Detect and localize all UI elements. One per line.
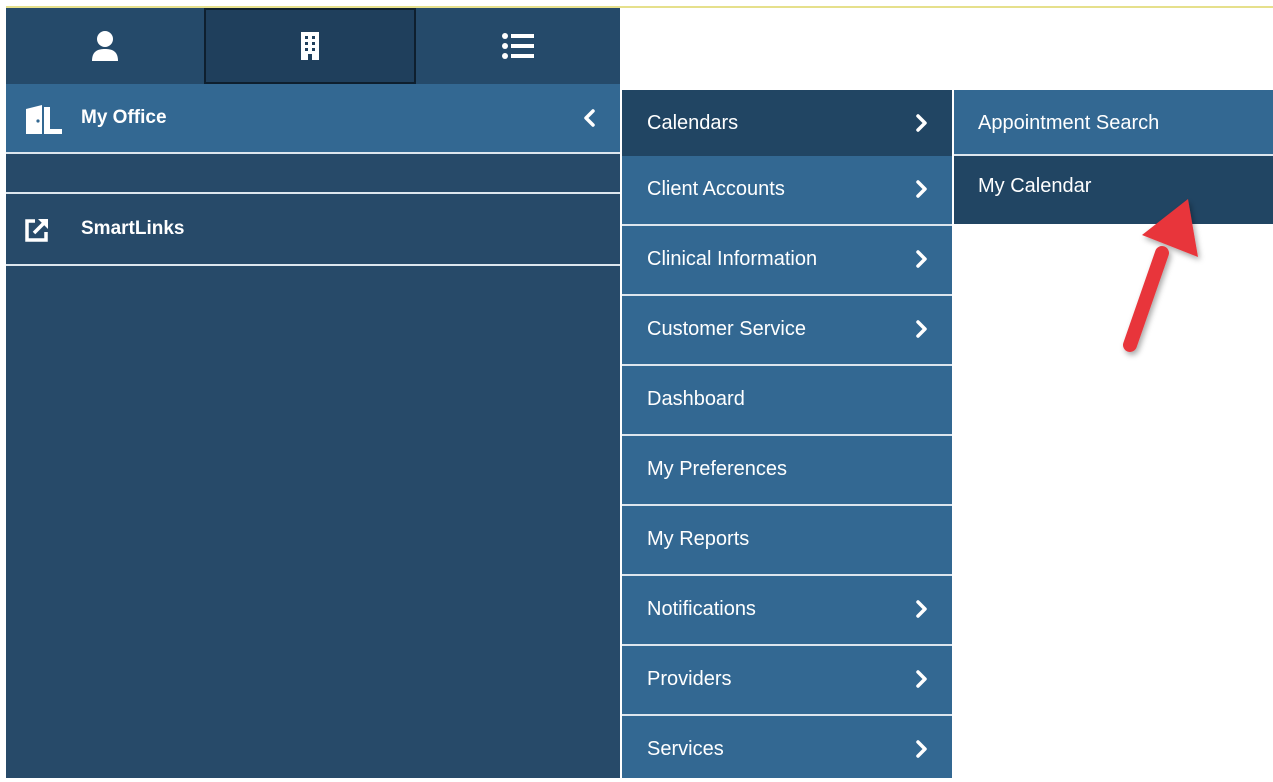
chevron-right-icon: [916, 180, 927, 198]
flyout-item-appointment-search[interactable]: Appointment Search: [954, 90, 1273, 156]
menu-item-client-accounts[interactable]: Client Accounts: [622, 156, 952, 226]
menu-item-customer-service[interactable]: Customer Service: [622, 296, 952, 366]
menu-item-label: Customer Service: [647, 318, 806, 340]
menu-item-label: Client Accounts: [647, 178, 785, 200]
menu-item-label: Calendars: [647, 112, 739, 134]
menu-item-providers[interactable]: Providers: [622, 646, 952, 716]
menu-item-calendars[interactable]: Calendars: [622, 90, 952, 160]
menu-item-services[interactable]: Services: [622, 716, 952, 778]
sidebar-item-smartlinks[interactable]: SmartLinks: [6, 194, 620, 266]
tab-office[interactable]: [204, 8, 416, 84]
menu-item-label: Clinical Information: [647, 248, 818, 270]
office-submenu: Calendars Client Accounts Clinical Infor…: [622, 90, 952, 778]
sidebar-item-label: SmartLinks: [81, 218, 185, 239]
menu-item-label: Services: [647, 738, 724, 760]
tab-user[interactable]: [6, 8, 204, 84]
chevron-right-icon: [916, 600, 927, 618]
list-icon: [502, 33, 534, 59]
door-icon: [26, 105, 62, 134]
flyout-item-label: My Calendar: [978, 175, 1092, 197]
red-arrow-icon: [1123, 199, 1198, 352]
menu-item-my-reports[interactable]: My Reports: [622, 506, 952, 576]
menu-item-my-preferences[interactable]: My Preferences: [622, 436, 952, 506]
menu-item-label: Notifications: [647, 598, 756, 620]
chevron-left-icon[interactable]: [582, 109, 596, 127]
sidebar-spacer: [6, 154, 620, 194]
user-icon: [92, 31, 118, 61]
flyout-item-label: Appointment Search: [978, 112, 1160, 134]
top-tab-bar: [6, 8, 620, 84]
sidebar-header-label: My Office: [81, 107, 167, 128]
chevron-right-icon: [916, 320, 927, 338]
menu-item-label: My Reports: [647, 528, 750, 550]
menu-item-clinical-information[interactable]: Clinical Information: [622, 226, 952, 296]
building-icon: [301, 32, 319, 60]
chevron-right-icon: [916, 670, 927, 688]
menu-item-notifications[interactable]: Notifications: [622, 576, 952, 646]
menu-item-label: Providers: [647, 668, 732, 690]
chevron-right-icon: [916, 740, 927, 758]
chevron-right-icon: [916, 250, 927, 268]
external-link-icon: [25, 219, 48, 242]
menu-item-label: My Preferences: [647, 458, 788, 480]
chevron-right-icon: [916, 114, 927, 132]
tab-list[interactable]: [416, 8, 620, 84]
menu-item-dashboard[interactable]: Dashboard: [622, 366, 952, 436]
menu-item-label: Dashboard: [647, 388, 745, 410]
sidebar-header-my-office[interactable]: My Office: [6, 84, 620, 154]
sidebar: My Office SmartLinks: [6, 84, 620, 778]
